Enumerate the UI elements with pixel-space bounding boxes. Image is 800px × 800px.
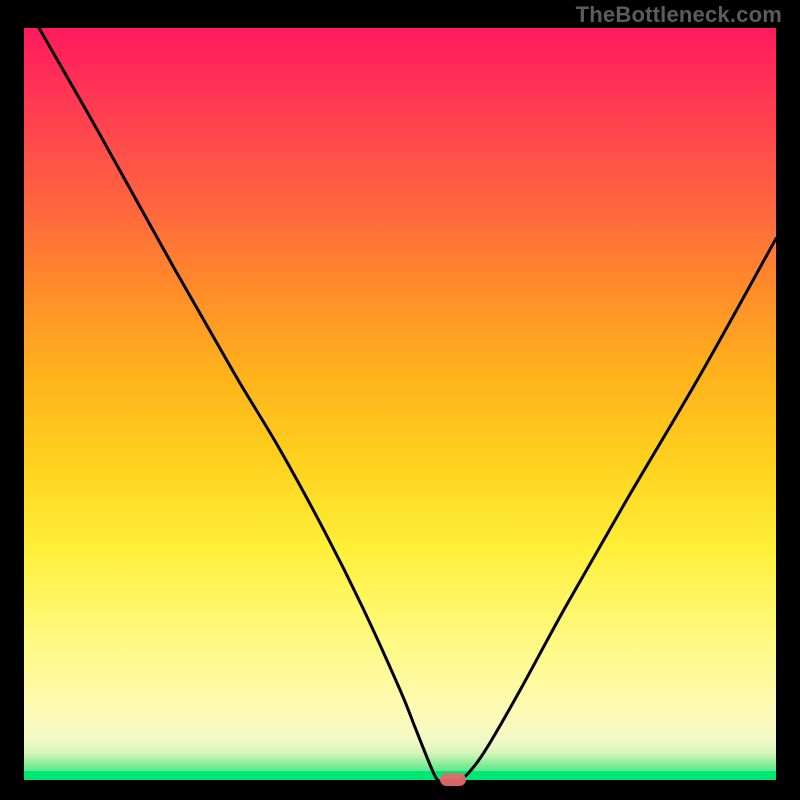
chart-frame: TheBottleneck.com: [0, 0, 800, 800]
plot-area: [24, 28, 776, 780]
min-marker: [440, 773, 466, 786]
chart-svg: [24, 28, 776, 780]
bottleneck-curve: [39, 28, 776, 780]
branding-watermark: TheBottleneck.com: [576, 2, 782, 28]
